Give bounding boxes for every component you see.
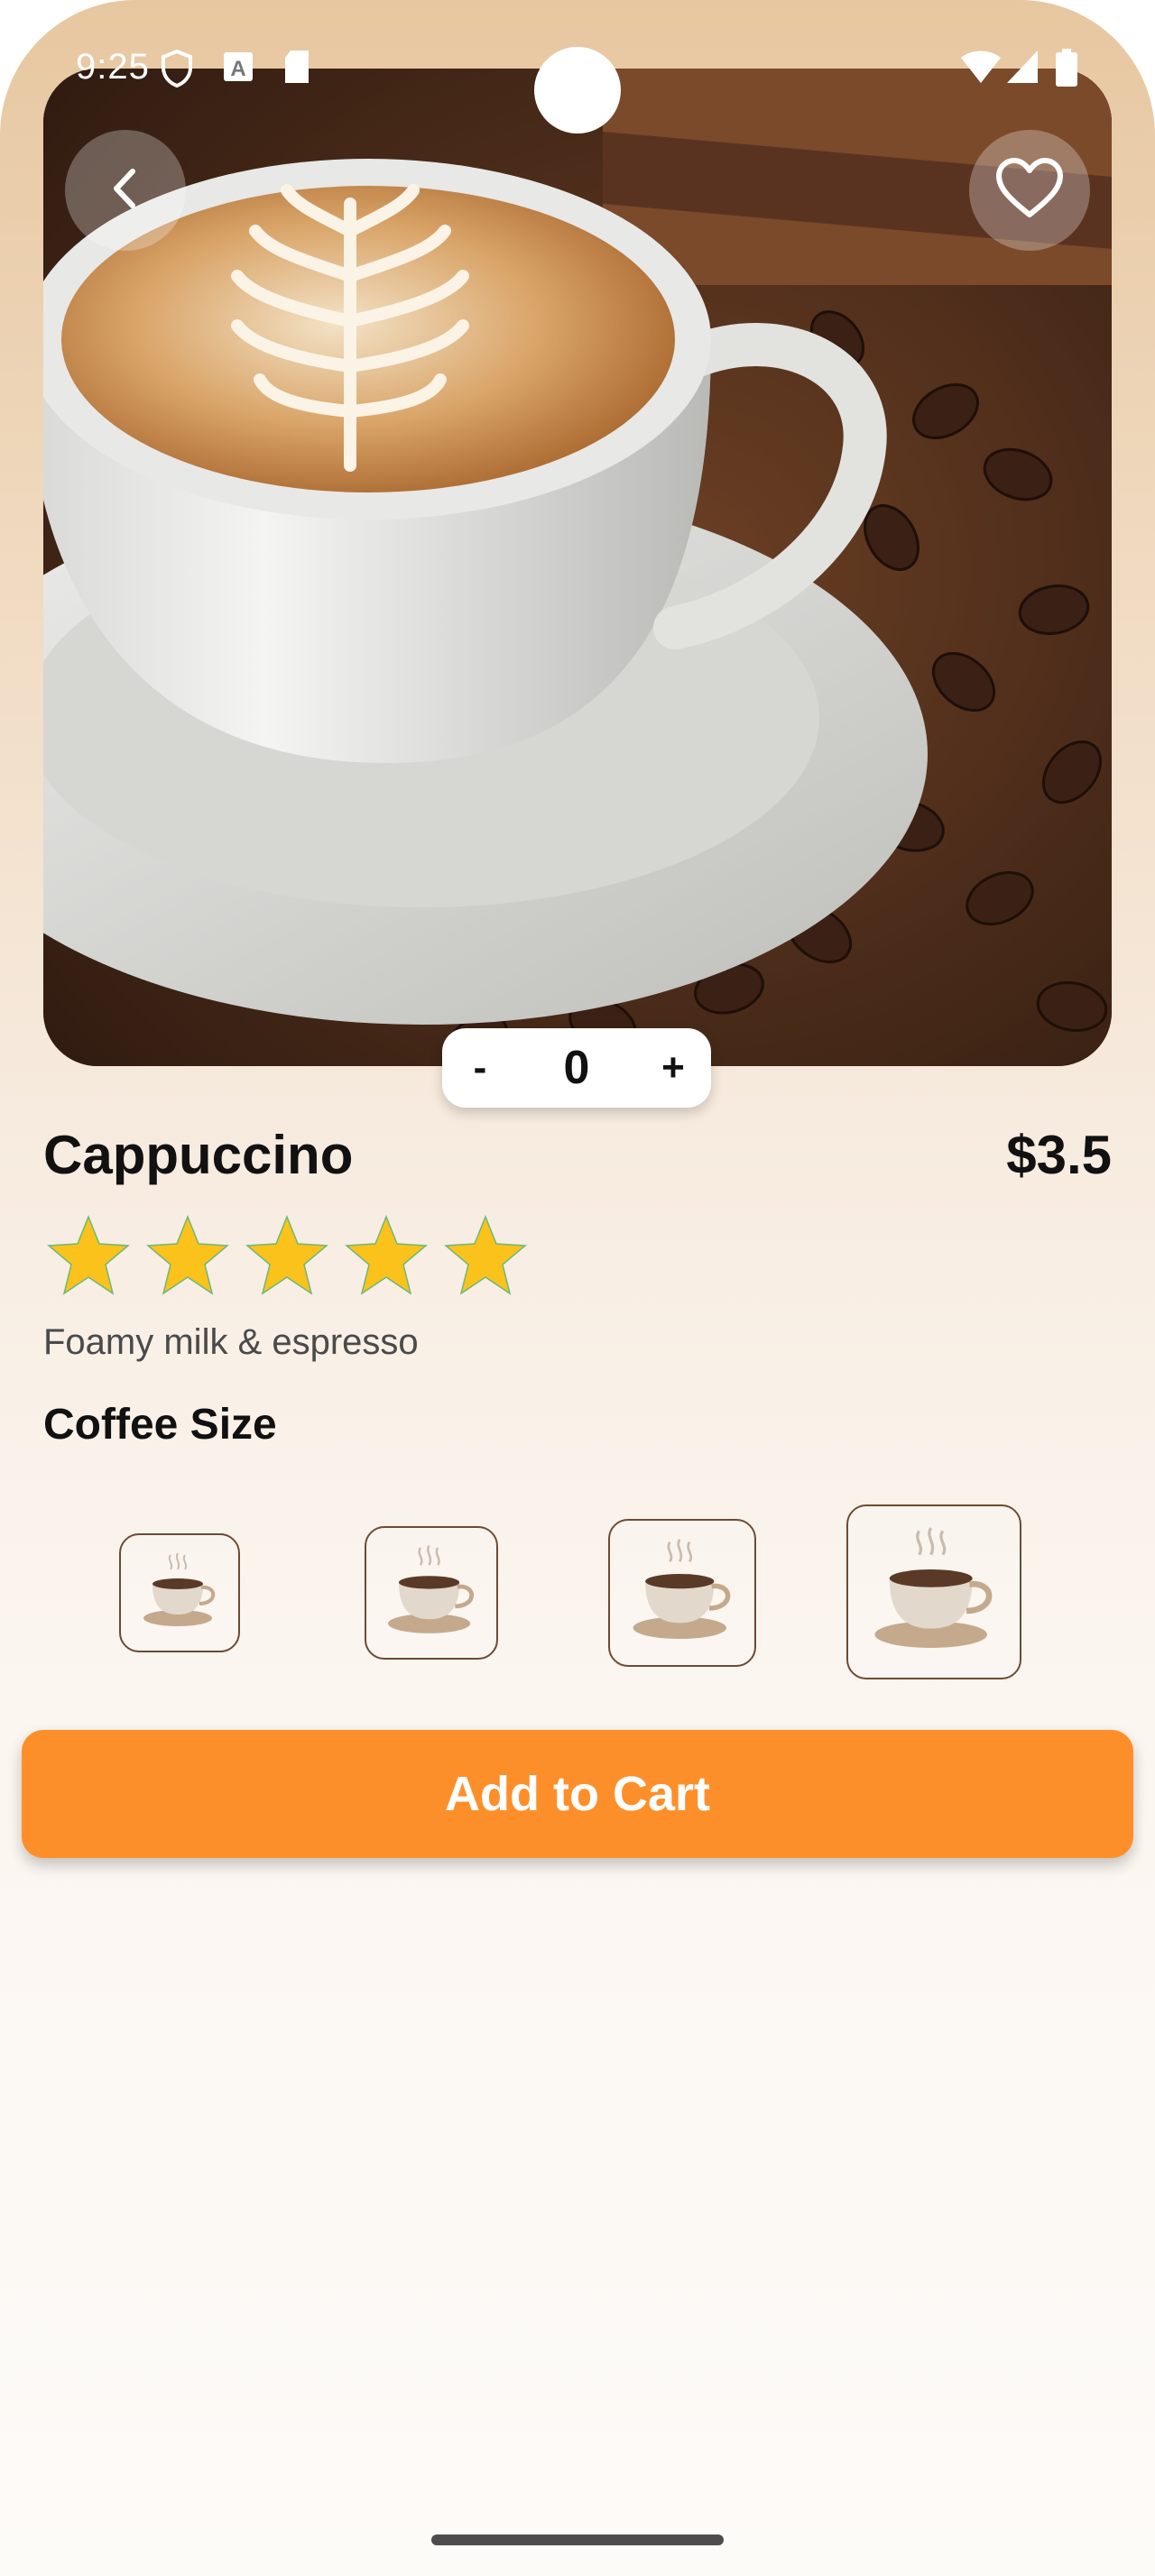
quantity-value: 0 (563, 1042, 590, 1094)
home-indicator[interactable] (431, 2535, 724, 2545)
cup-large-icon (621, 1530, 744, 1657)
star-icon (146, 1214, 229, 1300)
size-option-xlarge[interactable] (846, 1504, 1021, 1679)
product-name: Cappuccino (43, 1125, 354, 1185)
product-detail-screen: 9:25 A - 0 + Cappuccino $3.5 Foamy milk … (0, 0, 1155, 2576)
size-option-large[interactable] (608, 1519, 756, 1667)
wifi-icon (960, 49, 1002, 89)
signal-icon (1005, 49, 1040, 89)
sd-card-icon (282, 49, 312, 89)
add-to-cart-button[interactable]: Add to Cart (22, 1730, 1133, 1858)
battery-icon (1056, 49, 1077, 91)
front-camera (534, 47, 621, 133)
cup-xlarge-icon (860, 1516, 1008, 1669)
back-button[interactable] (65, 130, 186, 251)
star-icon (444, 1214, 527, 1300)
size-option-small[interactable] (119, 1533, 240, 1652)
svg-text:A: A (230, 57, 245, 81)
heart-outline-icon (994, 157, 1065, 225)
favorite-button[interactable] (969, 130, 1090, 251)
cup-small-icon (134, 1546, 225, 1641)
size-option-medium[interactable] (365, 1526, 498, 1660)
star-icon (345, 1214, 428, 1300)
chevron-left-icon (107, 166, 143, 216)
star-icon (245, 1214, 328, 1300)
increment-button[interactable]: + (635, 1045, 711, 1090)
product-price: $3.5 (1006, 1125, 1112, 1185)
status-bar: 9:25 A (0, 0, 1155, 144)
product-image (43, 69, 1112, 1066)
quantity-stepper: - 0 + (442, 1028, 711, 1108)
cup-medium-icon (377, 1537, 485, 1650)
status-time: 9:25 (76, 47, 150, 87)
star-icon (47, 1214, 130, 1300)
shield-icon (159, 49, 195, 93)
rating-stars (47, 1214, 527, 1300)
coffee-size-heading: Coffee Size (43, 1401, 277, 1449)
a-badge-icon: A (222, 49, 254, 89)
decrement-button[interactable]: - (442, 1045, 518, 1090)
product-description: Foamy milk & espresso (43, 1322, 419, 1362)
